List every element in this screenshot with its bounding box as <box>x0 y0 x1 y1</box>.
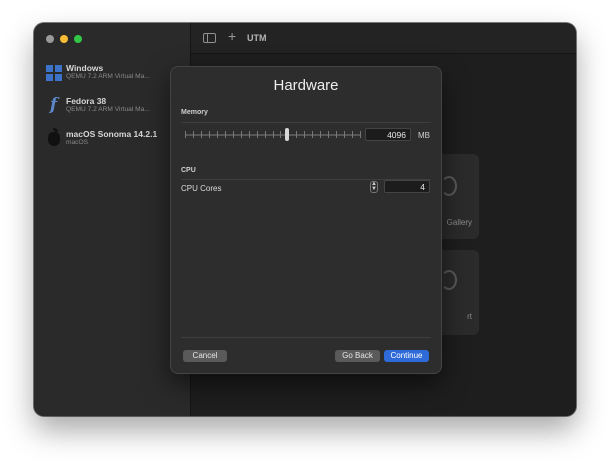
vm-subtitle: macOS <box>66 139 88 146</box>
vm-name: macOS Sonoma 14.2.1 <box>66 129 158 139</box>
toolbar: + UTM <box>191 23 576 54</box>
dialog-title: Hardware <box>273 77 339 94</box>
slider-tick <box>249 131 250 138</box>
memory-unit-label: MB <box>418 131 430 140</box>
slider-tick <box>304 131 305 138</box>
memory-slider[interactable] <box>185 128 361 141</box>
slider-tick <box>233 131 234 138</box>
slider-tick <box>352 131 353 138</box>
slider-tick <box>320 131 321 138</box>
slider-tick <box>280 131 281 138</box>
cancel-button[interactable]: Cancel <box>183 350 227 362</box>
memory-slider-knob[interactable] <box>285 128 289 141</box>
slider-tick <box>360 131 361 138</box>
windows-logo-icon <box>45 64 62 81</box>
divider <box>181 337 431 338</box>
maximize-window-button[interactable] <box>74 35 82 43</box>
slider-tick <box>217 131 218 138</box>
vm-name: Windows <box>66 63 104 73</box>
vm-subtitle: QEMU 7.2 ARM Virtual Ma... <box>66 106 150 113</box>
slider-tick <box>209 131 210 138</box>
slider-tick <box>312 131 313 138</box>
cpu-cores-label: CPU Cores <box>181 184 222 193</box>
import-icon <box>441 270 457 290</box>
slider-tick <box>225 131 226 138</box>
hardware-dialog: Hardware Memory 4096 MB CPU CPU Cores ▲ … <box>170 66 442 374</box>
tile-label: rt <box>467 312 472 321</box>
slider-tick <box>328 131 329 138</box>
slider-tick <box>296 131 297 138</box>
cpu-cores-stepper[interactable]: ▲ ▼ <box>370 181 378 193</box>
divider <box>181 122 431 123</box>
sidebar-item-macos[interactable]: macOS Sonoma 14.2.1 macOS <box>34 127 190 159</box>
vm-subtitle: QEMU 7.2 ARM Virtual Ma... <box>66 73 150 80</box>
vm-name: Fedora 38 <box>66 96 107 106</box>
gallery-icon <box>441 176 457 196</box>
sidebar-toggle-icon[interactable] <box>203 33 216 43</box>
slider-tick <box>201 131 202 138</box>
sidebar-item-fedora[interactable]: f Fedora 38 QEMU 7.2 ARM Virtual Ma... <box>34 94 190 126</box>
slider-tick <box>257 131 258 138</box>
continue-button[interactable]: Continue <box>384 350 429 362</box>
cpu-cores-input[interactable]: 4 <box>384 180 430 193</box>
go-back-button[interactable]: Go Back <box>335 350 380 362</box>
app-title: UTM <box>247 33 267 43</box>
sidebar-item-windows[interactable]: Windows QEMU 7.2 ARM Virtual Ma... <box>34 61 190 93</box>
slider-tick <box>185 131 186 138</box>
vm-list: Windows QEMU 7.2 ARM Virtual Ma... f Fed… <box>34 61 190 160</box>
memory-section-label: Memory <box>181 109 208 116</box>
tile-label: Gallery <box>446 218 472 227</box>
fedora-logo-icon: f <box>49 95 58 115</box>
minimize-window-button[interactable] <box>60 35 68 43</box>
slider-tick <box>336 131 337 138</box>
sidebar: Windows QEMU 7.2 ARM Virtual Ma... f Fed… <box>34 23 191 416</box>
apple-logo-icon <box>45 127 62 147</box>
stepper-down-icon[interactable]: ▼ <box>371 186 377 192</box>
window-controls <box>46 35 82 43</box>
slider-tick <box>273 131 274 138</box>
slider-tick <box>344 131 345 138</box>
memory-input[interactable]: 4096 <box>365 128 411 141</box>
slider-tick <box>193 131 194 138</box>
close-window-button[interactable] <box>46 35 54 43</box>
slider-tick <box>265 131 266 138</box>
cpu-section-label: CPU <box>181 167 196 174</box>
plus-icon[interactable]: + <box>228 28 236 44</box>
slider-tick <box>241 131 242 138</box>
